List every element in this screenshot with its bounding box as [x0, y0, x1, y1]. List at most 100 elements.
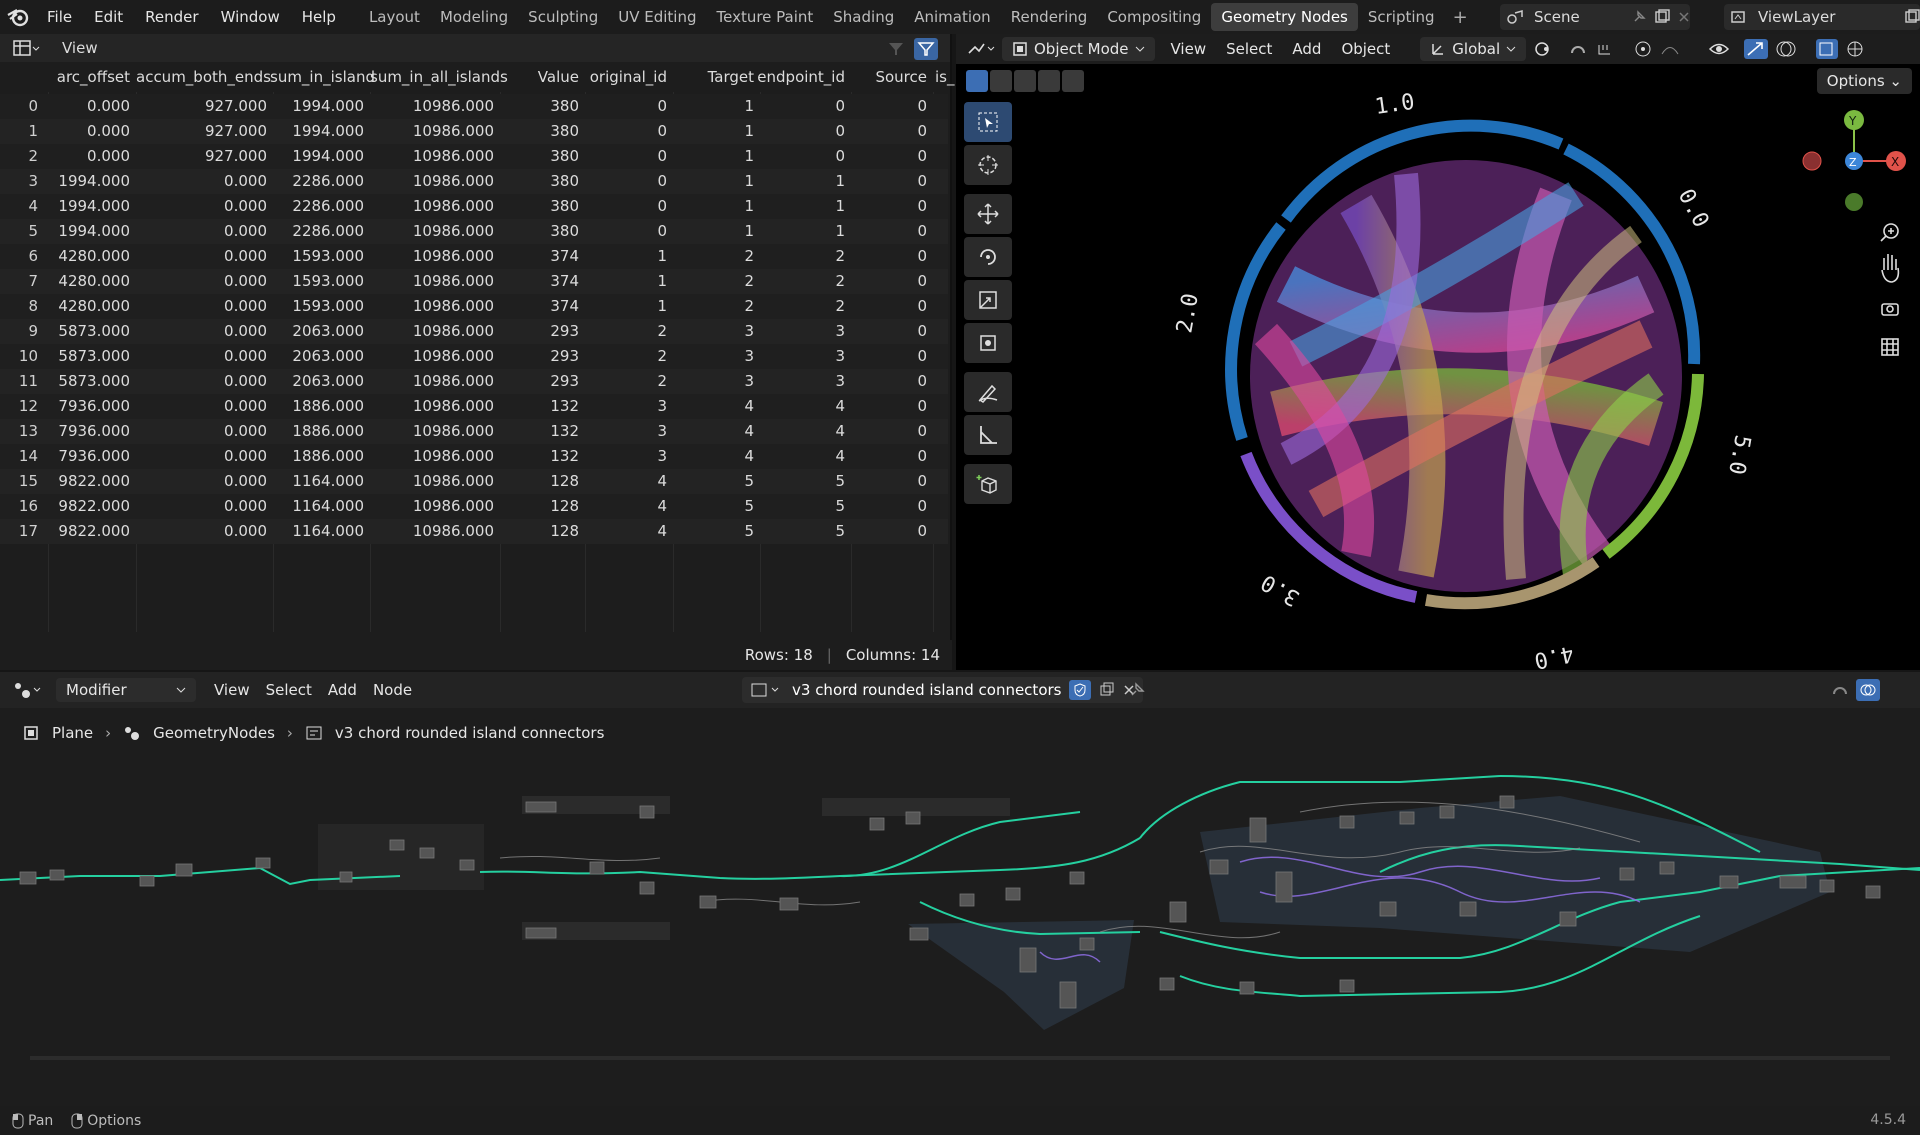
view-menu[interactable]: View — [62, 39, 98, 57]
filter-toggle-icon[interactable] — [884, 38, 908, 60]
table-cell: 1 — [657, 297, 667, 315]
tab-modeling[interactable]: Modeling — [430, 3, 518, 31]
table-cell: 5873.000 — [58, 372, 130, 390]
table-cell: 7936.000 — [58, 422, 130, 440]
pin-node-tree-icon[interactable] — [1128, 681, 1146, 699]
column-header-Value[interactable]: Value — [497, 62, 579, 92]
ortho-grid-icon[interactable] — [1881, 338, 1899, 356]
table-cell: 3 — [657, 422, 667, 440]
node-editor-scrollbar[interactable] — [30, 1056, 1890, 1060]
node-snap-icon[interactable] — [1830, 680, 1852, 700]
tab-geometry-nodes[interactable]: Geometry Nodes — [1211, 3, 1358, 31]
node-overlay-icon[interactable] — [1856, 679, 1880, 701]
column-header-original-id[interactable]: original_id — [585, 62, 667, 92]
pan-hand-icon[interactable] — [1881, 254, 1900, 283]
table-cell: 0.000 — [224, 272, 267, 290]
column-header-endpoint-id[interactable]: endpoint_id — [755, 62, 845, 92]
column-header-accum-both-ends[interactable]: accum_both_ends — [136, 62, 271, 92]
gizmo-z[interactable]: Z — [1849, 156, 1857, 169]
spreadsheet-table[interactable]: arc_offset accum_both_ends sum_in_island su… — [0, 62, 954, 670]
node-menu-add[interactable]: Add — [320, 681, 365, 699]
row-index: 3 — [28, 172, 38, 190]
tab-scripting[interactable]: Scripting — [1358, 3, 1445, 31]
table-cell: 0.000 — [224, 372, 267, 390]
blender-logo-icon[interactable] — [0, 0, 36, 34]
tab-uv-editing[interactable]: UV Editing — [608, 3, 706, 31]
table-cell: 9822.000 — [58, 522, 130, 540]
breadcrumb-object[interactable]: Plane — [52, 724, 93, 742]
table-cell: 927.000 — [204, 122, 267, 140]
scene-selector[interactable]: Scene — [1500, 4, 1690, 30]
ring-label-5: 5.0 — [1723, 433, 1755, 476]
zoom-icon[interactable] — [1880, 223, 1899, 242]
tab-texture-paint[interactable]: Texture Paint — [706, 3, 823, 31]
new-scene-icon[interactable] — [1654, 9, 1670, 25]
table-cell: 2 — [657, 372, 667, 390]
tab-sculpting[interactable]: Sculpting — [518, 3, 608, 31]
row-index: 13 — [18, 422, 38, 440]
3d-viewport[interactable]: Object Mode View Select Add Object Global O… — [956, 34, 1920, 670]
table-cell: 4 — [657, 497, 667, 515]
table-cell: 1994.000 — [292, 147, 364, 165]
menu-window[interactable]: Window — [210, 0, 291, 34]
table-cell: 128 — [550, 472, 579, 490]
table-cell: 132 — [550, 422, 579, 440]
table-cell: 0 — [917, 522, 927, 540]
columns-count: Columns: 14 — [845, 646, 940, 664]
node-menu-node[interactable]: Node — [365, 681, 420, 699]
column-header-sum-in-all-islands[interactable]: sum_in_all_islands — [370, 62, 508, 92]
menu-help[interactable]: Help — [291, 0, 347, 34]
main-menu: File Edit Render Window Help — [36, 0, 347, 34]
modifier-type-selector[interactable]: Modifier — [56, 678, 196, 702]
node-menu-select[interactable]: Select — [258, 681, 320, 699]
pin-icon[interactable] — [1632, 10, 1646, 24]
node-menu-view[interactable]: View — [206, 681, 258, 699]
menu-render[interactable]: Render — [134, 0, 209, 34]
menu-file[interactable]: File — [36, 0, 83, 34]
camera-view-icon[interactable] — [1881, 303, 1899, 316]
table-cell: 5873.000 — [58, 347, 130, 365]
gizmo-x[interactable]: X — [1891, 155, 1899, 169]
column-header-arc-offset[interactable]: arc_offset — [52, 62, 130, 92]
table-cell: 10986.000 — [412, 372, 494, 390]
column-header-sum-in-island[interactable]: sum_in_island — [270, 62, 375, 92]
breadcrumb-modifier[interactable]: GeometryNodes — [153, 724, 275, 742]
tab-shading[interactable]: Shading — [823, 3, 904, 31]
table-cell: 3 — [835, 347, 845, 365]
table-cell: 10986.000 — [412, 322, 494, 340]
node-editor[interactable]: Modifier View Select Add Node v3 chord roun… — [0, 672, 1920, 1106]
add-workspace-icon[interactable]: + — [1445, 7, 1476, 28]
table-cell: 1994.000 — [58, 172, 130, 190]
tab-layout[interactable]: Layout — [359, 3, 430, 31]
column-header-is-[interactable]: is_ — [935, 62, 954, 92]
delete-scene-icon[interactable] — [1678, 11, 1690, 23]
node-graph[interactable] — [0, 752, 1920, 1092]
menu-edit[interactable]: Edit — [83, 0, 134, 34]
table-cell: 374 — [550, 297, 579, 315]
breadcrumb-node-tree[interactable]: v3 chord rounded island connectors — [335, 724, 604, 742]
table-cell: 1994.000 — [58, 197, 130, 215]
column-header-Source[interactable]: Source — [852, 62, 927, 92]
view-layer-icon — [1730, 9, 1750, 25]
table-cell: 4280.000 — [58, 272, 130, 290]
tab-rendering[interactable]: Rendering — [1001, 3, 1098, 31]
column-header-Target[interactable]: Target — [675, 62, 754, 92]
filter-active-icon[interactable] — [914, 38, 938, 60]
fake-user-shield-icon[interactable] — [1069, 680, 1092, 700]
view-layer-selector[interactable]: ViewLayer — [1724, 4, 1920, 30]
node-tree-selector[interactable]: v3 chord rounded island connectors — [742, 677, 1144, 703]
node-editor-type-icon[interactable] — [12, 680, 46, 700]
tab-compositing[interactable]: Compositing — [1097, 3, 1211, 31]
tab-animation[interactable]: Animation — [904, 3, 1000, 31]
duplicate-tree-icon[interactable] — [1099, 682, 1115, 698]
table-cell: 0.000 — [224, 522, 267, 540]
table-cell: 132 — [550, 447, 579, 465]
navigation-gizmo[interactable]: Y X Z — [1802, 110, 1906, 211]
table-cell: 0 — [917, 447, 927, 465]
editor-type-icon[interactable] — [12, 39, 40, 57]
table-cell: 1 — [744, 222, 754, 240]
table-cell: 0 — [917, 297, 927, 315]
table-cell: 0 — [917, 497, 927, 515]
gizmo-y[interactable]: Y — [1848, 114, 1857, 128]
new-view-layer-icon[interactable] — [1904, 9, 1920, 25]
